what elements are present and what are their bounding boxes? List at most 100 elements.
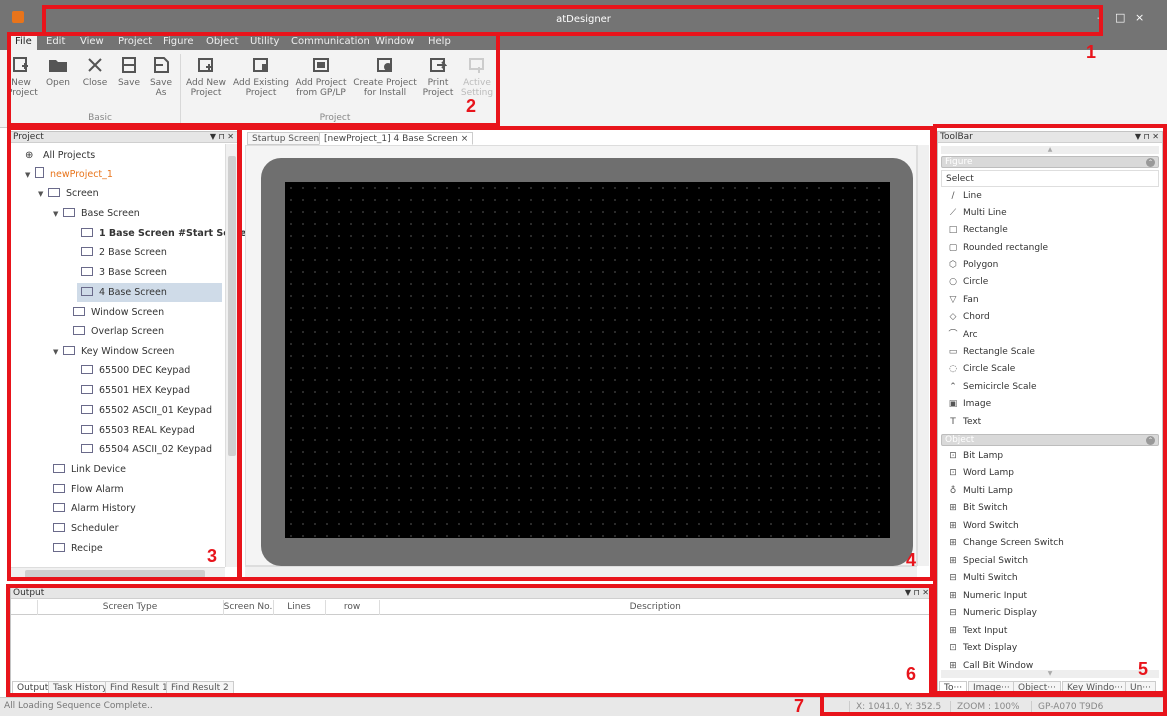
tree-keypad-65504[interactable]: 65504 ASCII_02 Keypad (81, 440, 212, 459)
menu-help[interactable]: Help (428, 35, 451, 50)
tree-overlap-screen[interactable]: Overlap Screen (63, 322, 164, 341)
col-screen-no[interactable]: Screen No. (223, 600, 274, 614)
tool-text[interactable]: T Text (947, 414, 981, 431)
menu-window[interactable]: Window (375, 35, 414, 50)
collapse-chevron-icon[interactable]: ⌃ (1146, 436, 1155, 445)
canvas-horizontal-scrollbar[interactable] (245, 566, 917, 578)
tree-new-project[interactable]: ▼ newProject_1 (25, 165, 113, 184)
tool-semicircle-scale[interactable]: ⌃ Semicircle Scale (947, 379, 1036, 396)
tab-close-icon[interactable]: × (461, 134, 469, 144)
menu-utility[interactable]: Utility (250, 35, 279, 50)
tree-keypad-65501[interactable]: 65501 HEX Keypad (81, 381, 190, 400)
tree-window-screen[interactable]: Window Screen (63, 303, 164, 322)
tab-startup-screen[interactable]: Startup Screen (247, 132, 325, 145)
tab-unknown[interactable]: Un··· (1125, 681, 1156, 694)
tool-polygon[interactable]: ⬡ Polygon (947, 257, 998, 274)
add-project-gp-button[interactable]: Add Project from GP/LP (293, 56, 349, 98)
project-vertical-scrollbar[interactable] (225, 144, 237, 567)
menu-view[interactable]: View (80, 35, 104, 50)
object-multi-lamp[interactable]: ♁ Multi Lamp (947, 483, 1013, 500)
tree-keypad-65500[interactable]: 65500 DEC Keypad (81, 361, 190, 380)
tool-select[interactable]: Select (941, 170, 1159, 187)
tree-keypad-65502[interactable]: 65502 ASCII_01 Keypad (81, 401, 212, 420)
col-row[interactable]: row (325, 600, 380, 614)
menu-communication[interactable]: Communication (291, 35, 370, 50)
tab-find-result-1[interactable]: Find Result 1 (105, 681, 173, 694)
object-special-switch[interactable]: ⊞ Special Switch (947, 553, 1028, 570)
object-word-switch[interactable]: ⊞ Word Switch (947, 518, 1019, 535)
pane-controls[interactable]: ▼ ⊓ ✕ (210, 132, 234, 142)
col-lines[interactable]: Lines (273, 600, 326, 614)
tool-rectangle[interactable]: □ Rectangle (947, 222, 1008, 239)
col-screen-type[interactable]: Screen Type (37, 600, 224, 614)
print-project-button[interactable]: Print Project (420, 56, 456, 98)
tree-scheduler[interactable]: Scheduler (53, 519, 119, 538)
add-new-project-button[interactable]: Add New Project (185, 56, 227, 98)
expand-icon[interactable]: ▼ (53, 205, 63, 224)
tab-base-screen-4[interactable]: [newProject_1] 4 Base Screen × (319, 132, 474, 145)
object-text-display[interactable]: ⊡ Text Display (947, 640, 1017, 657)
tree-link-device[interactable]: Link Device (53, 460, 126, 479)
new-project-button[interactable]: New Project (7, 56, 38, 98)
tree-all-projects[interactable]: ⊕ All Projects (15, 146, 95, 165)
scrollbar-thumb[interactable] (228, 156, 236, 456)
tab-object[interactable]: Object··· (1013, 681, 1061, 694)
object-word-lamp[interactable]: ⊡ Word Lamp (947, 465, 1014, 482)
add-existing-project-button[interactable]: Add Existing Project (233, 56, 289, 98)
tab-key-window[interactable]: Key Windo··· (1062, 681, 1128, 694)
tab-image[interactable]: Image··· (968, 681, 1015, 694)
tree-base-screen-2[interactable]: 2 Base Screen (81, 243, 167, 262)
scroll-down-arrow-icon[interactable]: ▼ (941, 670, 1159, 678)
tree-recipe[interactable]: Recipe (53, 539, 103, 558)
pane-controls[interactable]: ▼ ⊓ ✕ (905, 588, 929, 598)
tool-rectangle-scale[interactable]: ▭ Rectangle Scale (947, 344, 1035, 361)
tool-image[interactable]: ▣ Image (947, 396, 991, 413)
maximize-button[interactable]: □ (1115, 11, 1125, 24)
object-numeric-display[interactable]: ⊟ Numeric Display (947, 605, 1037, 622)
tree-base-screen-3[interactable]: 3 Base Screen (81, 263, 167, 282)
expand-icon[interactable]: ▼ (25, 166, 35, 185)
tool-circle-scale[interactable]: ◌ Circle Scale (947, 361, 1015, 378)
object-text-input[interactable]: ⊞ Text Input (947, 623, 1007, 640)
canvas-vertical-scrollbar[interactable] (917, 145, 929, 566)
scrollbar-thumb[interactable] (25, 570, 205, 578)
expand-icon[interactable]: ▼ (53, 343, 63, 362)
tree-flow-alarm[interactable]: Flow Alarm (53, 480, 124, 499)
tree-alarm-history[interactable]: Alarm History (53, 499, 136, 518)
zoom-level[interactable]: ZOOM : 100% (950, 701, 1026, 714)
canvas-viewport[interactable] (245, 145, 917, 566)
expand-icon[interactable]: ▼ (38, 185, 48, 204)
save-as-button[interactable]: Save As (147, 56, 175, 98)
menu-object[interactable]: Object (206, 35, 239, 50)
tree-key-window-screen[interactable]: ▼ Key Window Screen (53, 342, 174, 361)
tool-rounded-rectangle[interactable]: ▢ Rounded rectangle (947, 240, 1048, 257)
figure-section-header[interactable]: Figure ⌃ (941, 156, 1159, 168)
tool-fan[interactable]: ▽ Fan (947, 292, 979, 309)
close-button[interactable]: Close (80, 56, 110, 88)
tool-chord[interactable]: ◇ Chord (947, 309, 990, 326)
open-button[interactable]: Open (43, 56, 73, 88)
object-change-screen-switch[interactable]: ⊞ Change Screen Switch (947, 535, 1064, 552)
tab-task-history[interactable]: Task History (48, 681, 113, 694)
object-numeric-input[interactable]: ⊞ Numeric Input (947, 588, 1027, 605)
tree-base-screen-4[interactable]: 4 Base Screen (77, 283, 222, 302)
tree-base-screen[interactable]: ▼ Base Screen (53, 204, 140, 223)
tree-keypad-65503[interactable]: 65503 REAL Keypad (81, 421, 195, 440)
tool-arc[interactable]: ⌒ Arc (947, 327, 977, 344)
save-button[interactable]: Save (114, 56, 144, 88)
object-section-header[interactable]: Object ⌃ (941, 434, 1159, 446)
menu-file[interactable]: File (10, 35, 37, 50)
object-multi-switch[interactable]: ⊟ Multi Switch (947, 570, 1017, 587)
menu-project[interactable]: Project (118, 35, 152, 50)
minimize-button[interactable]: – (1097, 11, 1103, 24)
tab-toolbar[interactable]: To··· (939, 681, 968, 694)
create-project-install-button[interactable]: Create Project for Install (353, 56, 417, 98)
tool-multi-line[interactable]: ⟋ Multi Line (947, 205, 1007, 222)
menu-figure[interactable]: Figure (163, 35, 194, 50)
menu-edit[interactable]: Edit (46, 35, 65, 50)
collapse-chevron-icon[interactable]: ⌃ (1146, 158, 1155, 167)
object-bit-lamp[interactable]: ⊡ Bit Lamp (947, 448, 1003, 465)
pane-controls[interactable]: ▼ ⊓ ✕ (1135, 132, 1159, 142)
tool-line[interactable]: ∕ Line (947, 188, 981, 205)
col-description[interactable]: Description (379, 600, 932, 614)
